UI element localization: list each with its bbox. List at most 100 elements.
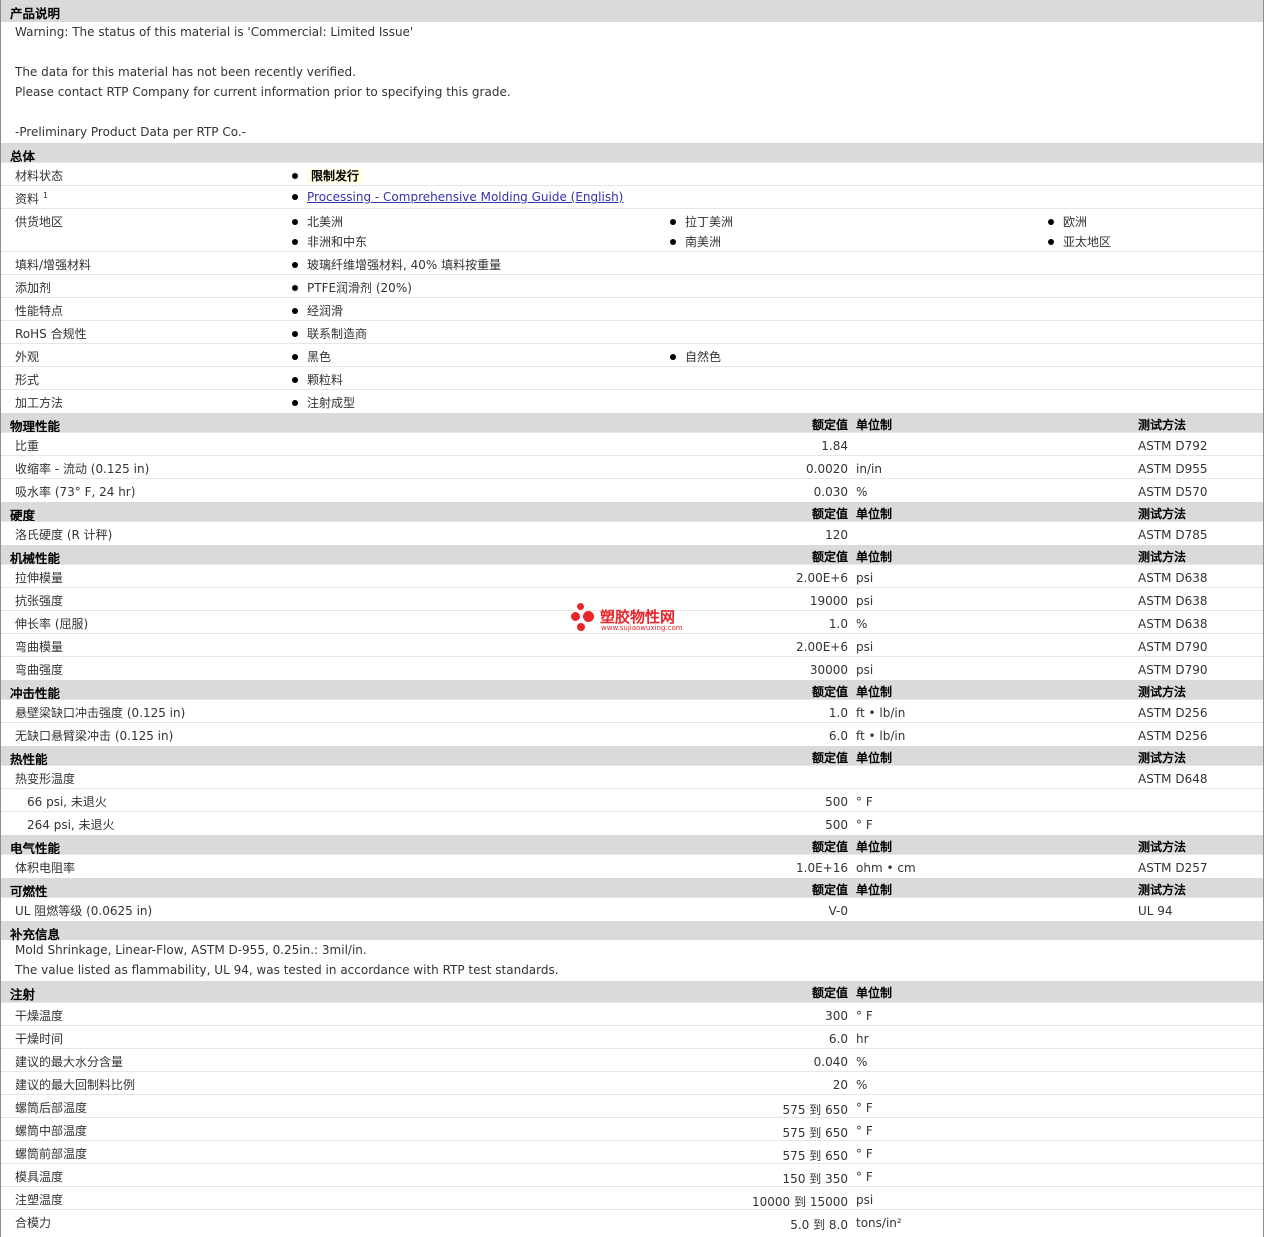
row-appearance: 外观 黑色 自然色 (1, 343, 1263, 366)
property-unit: ° F (856, 1147, 873, 1161)
property-value: 20 (832, 1078, 848, 1092)
property-label: 螺筒中部温度 (15, 1124, 88, 1138)
unit-header: 单位制 (856, 550, 893, 564)
filler-item: 玻璃纤维增强材料, 40% 填料按重量 (292, 256, 501, 273)
section-header-thermal: 热性能 额定值 单位制 测试方法 (1, 745, 1263, 767)
appearance-item: 自然色 (670, 348, 721, 365)
property-unit: % (856, 1055, 868, 1069)
row-label: 填料/增强材料 (15, 258, 92, 272)
bullet-icon (292, 173, 298, 179)
bullet-icon (292, 194, 298, 200)
test-method-header: 测试方法 (1138, 507, 1187, 521)
region-item: 南美洲 (670, 233, 721, 250)
property-row: 收缩率 - 流动 (0.125 in) 0.0020 in/in ASTM D9… (1, 455, 1263, 478)
property-value: V-0 (828, 904, 848, 918)
property-value: 10000 到 15000 (752, 1195, 848, 1209)
description-line (1, 102, 1263, 122)
property-method: ASTM D638 (1138, 617, 1208, 631)
rohs-item: 联系制造商 (292, 325, 367, 342)
property-value: 120 (825, 528, 848, 542)
property-label: 悬壁梁缺口冲击强度 (0.125 in) (15, 706, 186, 720)
property-value: 5.0 到 8.0 (790, 1218, 848, 1232)
region-item: 欧洲 (1048, 213, 1087, 230)
section-header-flammability: 可燃性 额定值 单位制 测试方法 (1, 877, 1263, 899)
property-row: 悬壁梁缺口冲击强度 (0.125 in) 1.0 ft • lb/in ASTM… (1, 699, 1263, 722)
status-value: 限制发行 (307, 169, 364, 183)
rated-value-header: 额定值 (811, 751, 848, 765)
property-unit: in/in (856, 462, 882, 476)
row-features: 性能特点 经润滑 (1, 297, 1263, 320)
property-value: 1.0 (828, 706, 848, 720)
property-unit: psi (856, 663, 874, 677)
property-unit: psi (856, 1193, 874, 1207)
property-label: UL 阻燃等级 (0.0625 in) (15, 904, 153, 918)
bullet-icon (292, 377, 298, 383)
logo-dot (571, 612, 580, 621)
property-unit: psi (856, 594, 874, 608)
bullet-icon (292, 219, 298, 225)
bullet-icon (670, 219, 676, 225)
rated-value-header: 额定值 (811, 883, 848, 897)
property-value: 575 到 650 (782, 1149, 848, 1163)
property-method: ASTM D570 (1138, 485, 1208, 499)
property-row: 无缺口悬臂梁冲击 (0.125 in) 6.0 ft • lb/in ASTM … (1, 722, 1263, 745)
bullet-icon (292, 308, 298, 314)
property-value: 500 (825, 818, 848, 832)
property-label: 干燥温度 (15, 1009, 64, 1023)
rated-value-header: 额定值 (811, 986, 848, 1000)
property-method: ASTM D638 (1138, 594, 1208, 608)
status-item: 限制发行 (292, 167, 364, 184)
property-unit: % (856, 1078, 868, 1092)
row-rohs: RoHS 合规性 联系制造商 (1, 320, 1263, 343)
property-method: ASTM D790 (1138, 663, 1208, 677)
property-row: 螺筒后部温度 575 到 650 ° F (1, 1094, 1263, 1117)
property-row: 拉伸模量 2.00E+6 psi ASTM D638 (1, 564, 1263, 587)
watermark-url: www.sujiaowuxing.com (601, 624, 683, 632)
row-label: 供货地区 (15, 215, 64, 229)
property-value: 575 到 650 (782, 1103, 848, 1117)
property-label: 螺筒后部温度 (15, 1101, 88, 1115)
logo-dot (583, 611, 594, 622)
document-item: Processing - Comprehensive Molding Guide… (292, 190, 623, 204)
logo-dot (577, 623, 585, 631)
section-header-supplement: 补充信息 (1, 920, 1263, 942)
bullet-icon (292, 400, 298, 406)
property-value: 500 (825, 795, 848, 809)
property-label: 模具温度 (15, 1170, 64, 1184)
unit-header: 单位制 (856, 507, 893, 521)
rated-value-header: 额定值 (811, 418, 848, 432)
unit-header: 单位制 (856, 883, 893, 897)
property-value: 0.040 (813, 1055, 848, 1069)
property-label: 比重 (15, 439, 40, 453)
property-unit: psi (856, 571, 874, 585)
section-header-hardness: 硬度 额定值 单位制 测试方法 (1, 501, 1263, 523)
description-line: The data for this material has not been … (15, 65, 356, 79)
property-label: 收缩率 - 流动 (0.125 in) (15, 462, 150, 476)
property-label: 注塑温度 (15, 1193, 64, 1207)
property-row: 建议的最大回制料比例 20 % (1, 1071, 1263, 1094)
property-row: 体积电阻率 1.0E+16 ohm • cm ASTM D257 (1, 854, 1263, 877)
section-header-electrical: 电气性能 额定值 单位制 测试方法 (1, 834, 1263, 856)
description-line: -Preliminary Product Data per RTP Co.- (15, 125, 246, 139)
property-value: 0.0020 (806, 462, 848, 476)
processing-guide-link[interactable]: Processing - Comprehensive Molding Guide… (307, 190, 623, 204)
additive-item: PTFE润滑剂 (20%) (292, 279, 412, 296)
property-label: 干燥时间 (15, 1032, 64, 1046)
property-label: 无缺口悬臂梁冲击 (0.125 in) (15, 729, 174, 743)
property-unit: tons/in² (856, 1216, 902, 1230)
property-method: ASTM D256 (1138, 706, 1208, 720)
property-unit: % (856, 617, 868, 631)
section-title: 注射 (10, 987, 36, 1002)
property-value: 6.0 (828, 1032, 848, 1046)
unit-header: 单位制 (856, 840, 893, 854)
property-label: 抗张强度 (15, 594, 64, 608)
property-label: 拉伸模量 (15, 571, 64, 585)
property-label: 体积电阻率 (15, 861, 76, 875)
property-label: 伸长率 (屈服) (15, 617, 89, 631)
property-row: 干燥温度 300 ° F (1, 1002, 1263, 1025)
row-label: 材料状态 (15, 169, 64, 183)
region-item: 拉丁美洲 (670, 213, 733, 230)
property-value: 575 到 650 (782, 1126, 848, 1140)
test-method-header: 测试方法 (1138, 418, 1187, 432)
property-row: 热变形温度 ASTM D648 (1, 765, 1263, 788)
